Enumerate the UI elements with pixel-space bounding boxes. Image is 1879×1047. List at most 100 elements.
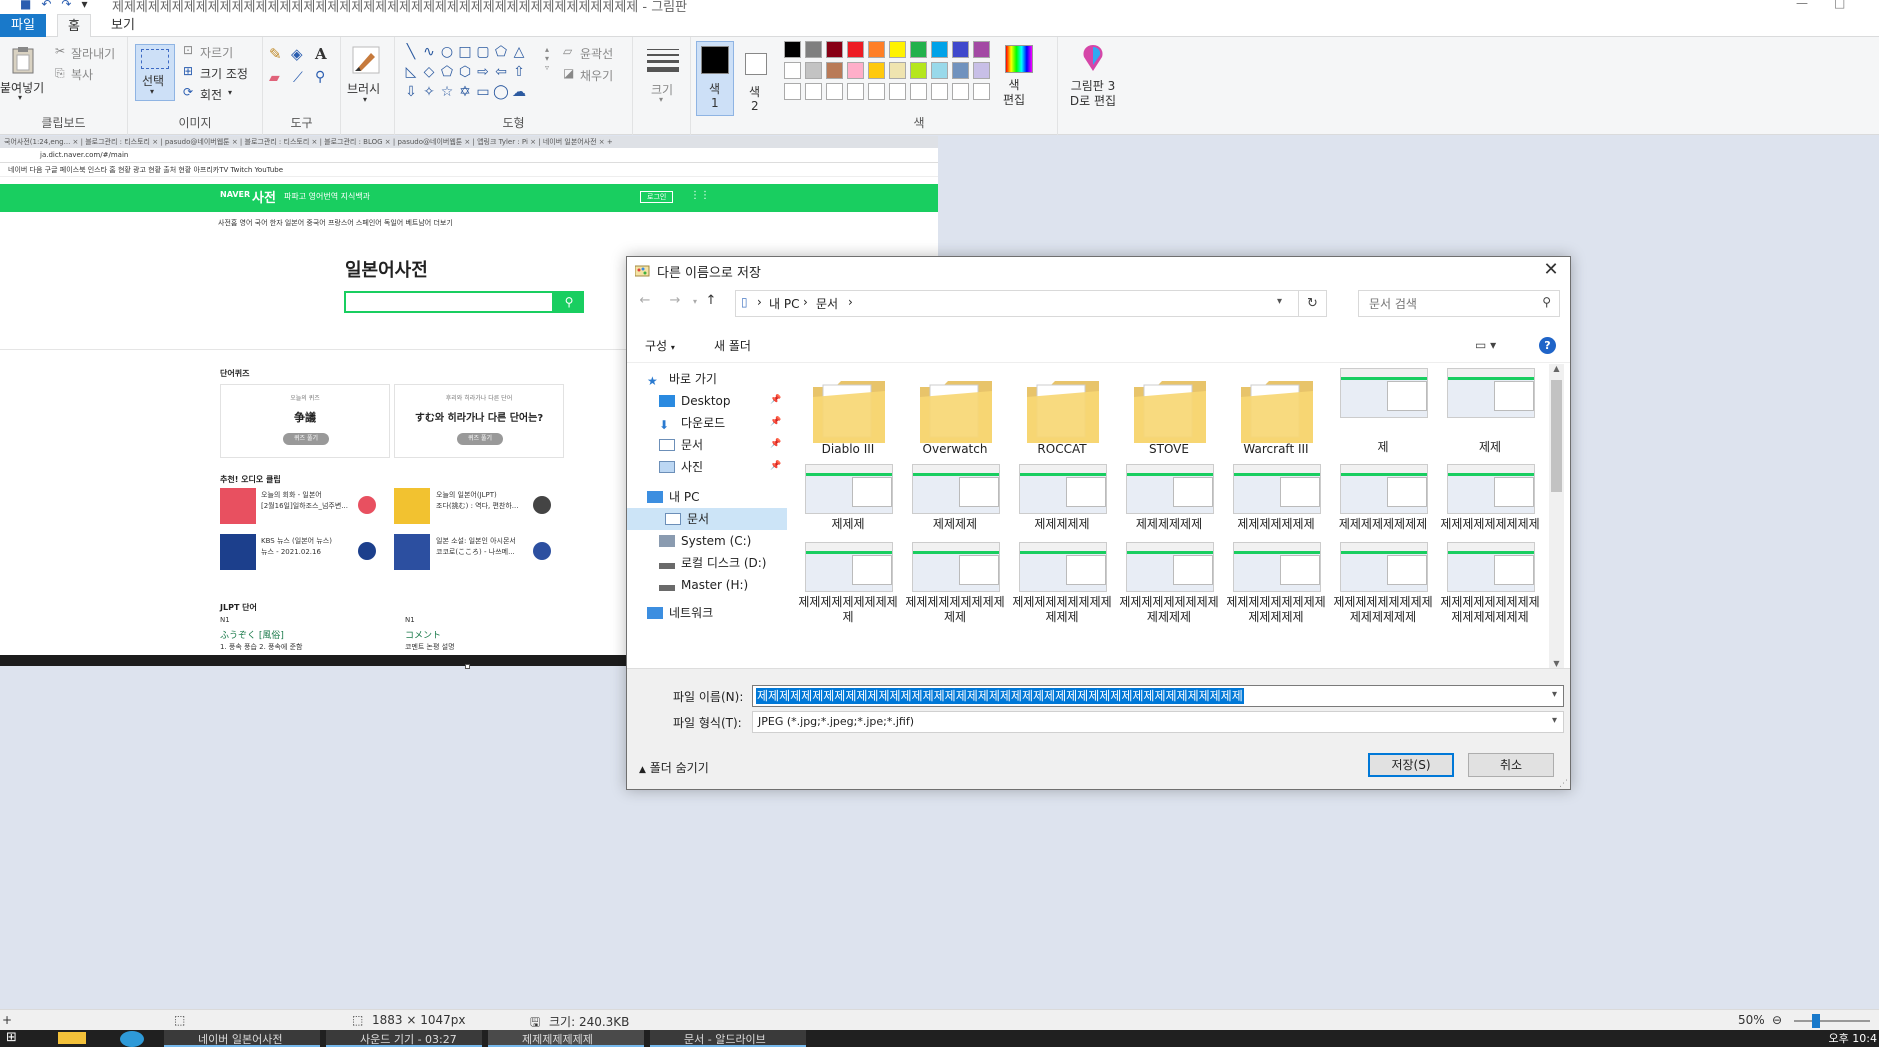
star4-shape-icon[interactable]: ✧ (421, 85, 437, 99)
nav-master-h[interactable]: Master (H:) (659, 574, 748, 596)
color-swatch[interactable] (889, 83, 906, 100)
file-explorer-icon[interactable] (58, 1032, 86, 1044)
canvas-resize-handle[interactable] (465, 664, 470, 669)
edit-colors-button[interactable]: 색 편집 (999, 41, 1039, 116)
nav-network[interactable]: 네트워크 (647, 602, 713, 624)
color-swatch[interactable] (805, 41, 822, 58)
new-folder-button[interactable]: 새 폴더 (714, 337, 751, 354)
color-swatch[interactable] (868, 62, 885, 79)
color-swatch[interactable] (952, 62, 969, 79)
filename-dropdown-icon[interactable]: ▾ (1552, 689, 1557, 700)
eraser-icon[interactable]: ▰ (269, 70, 280, 86)
color-swatch[interactable] (826, 62, 843, 79)
zoom-out-icon[interactable]: ⊖ (1772, 1013, 1782, 1027)
hide-folders-button[interactable]: ▲ 폴더 숨기기 (639, 759, 709, 776)
triangle-shape-icon[interactable]: △ (511, 45, 527, 59)
scroll-down-icon[interactable]: ▼ (1549, 659, 1564, 668)
organize-button[interactable]: 구성 ▾ (645, 337, 675, 354)
color-swatch[interactable] (784, 83, 801, 100)
file-item[interactable]: 제제제제제제제제제제제제제제제 (1330, 538, 1433, 630)
color-swatch[interactable] (910, 62, 927, 79)
select-button[interactable]: 선택 ▾ (135, 44, 175, 101)
folder-item[interactable]: Warcraft III (1223, 364, 1319, 456)
color-swatch[interactable] (826, 83, 843, 100)
refresh-icon[interactable]: ↻ (1299, 290, 1327, 317)
file-item[interactable]: 제제제제제제제제제제제제 (1009, 538, 1112, 630)
close-icon[interactable]: ✕ (1538, 257, 1564, 283)
left-arrow-shape-icon[interactable]: ⇦ (493, 65, 509, 79)
polygon-shape-icon[interactable]: ⬠ (493, 45, 509, 59)
rounded-rect-shape-icon[interactable]: ▢ (475, 45, 491, 59)
color-swatch[interactable] (910, 41, 927, 58)
tab-home[interactable]: 홈 (57, 14, 91, 38)
folder-item[interactable]: STOVE (1116, 364, 1212, 456)
paint3d-button[interactable]: 그림판 3 D로 편집 (1058, 79, 1128, 109)
filename-input[interactable]: 제제제제제제제제제제제제제제제제제제제제제제제제제제제제제제제제제제제제제제제제… (752, 685, 1564, 707)
color-swatch[interactable] (889, 62, 906, 79)
color-swatch[interactable] (973, 83, 990, 100)
color-swatch[interactable] (952, 83, 969, 100)
minimize-icon[interactable]: — (1796, 0, 1808, 10)
line-shape-icon[interactable]: ╲ (403, 45, 419, 59)
brushes-dropdown-icon[interactable]: ▾ (363, 95, 367, 104)
maximize-icon[interactable]: □ (1834, 0, 1845, 10)
taskbar-item-browser[interactable]: 네이버 일본어사전 (164, 1030, 320, 1047)
fill-icon[interactable]: ◈ (291, 45, 303, 63)
color-swatch[interactable] (931, 83, 948, 100)
cut-button[interactable]: 잘라내기 (71, 45, 115, 62)
zoom-slider-thumb[interactable] (1812, 1014, 1820, 1028)
size-dropdown-icon[interactable]: ▾ (659, 95, 663, 104)
taskbar-item-sound[interactable]: 사운드 기기 - 03:27 (326, 1030, 482, 1047)
pencil-icon[interactable]: ✎ (269, 45, 282, 63)
forward-arrow-icon[interactable]: → (665, 293, 685, 308)
text-tool-icon[interactable]: A (315, 45, 327, 63)
back-arrow-icon[interactable]: ← (635, 293, 655, 308)
color-swatch[interactable] (784, 41, 801, 58)
callout-cloud-shape-icon[interactable]: ☁ (511, 85, 527, 99)
hexagon-shape-icon[interactable]: ⬡ (457, 65, 473, 79)
color-swatch[interactable] (868, 41, 885, 58)
resize-grip-icon[interactable]: ⋰ (1559, 779, 1568, 789)
file-item[interactable]: 제제제제제제제제제제제제제제 (1223, 538, 1326, 630)
color-swatch[interactable] (847, 62, 864, 79)
down-arrow-shape-icon[interactable]: ⇩ (403, 85, 419, 99)
nav-this-pc[interactable]: 내 PC (647, 486, 699, 508)
save-icon[interactable]: ■ (20, 0, 31, 11)
breadcrumb-this-pc[interactable]: 내 PC (769, 295, 799, 312)
scroll-up-icon[interactable]: ▲ (1549, 364, 1564, 373)
folder-item[interactable]: Overwatch (902, 364, 998, 456)
magnifier-icon[interactable]: ⚲ (315, 69, 325, 85)
search-box[interactable]: ⚲ (1358, 290, 1560, 317)
color-swatch[interactable] (973, 62, 990, 79)
color-picker-icon[interactable]: ⟋ (293, 70, 303, 86)
color-swatch[interactable] (805, 83, 822, 100)
right-triangle-shape-icon[interactable]: ◺ (403, 65, 419, 79)
view-options-icon[interactable]: ▭ ▾ (1475, 338, 1496, 352)
curve-shape-icon[interactable]: ∿ (421, 45, 437, 59)
nav-documents[interactable]: 문서 (627, 508, 787, 530)
file-item[interactable]: 제제제제제제제제제제제 (902, 538, 1005, 630)
file-item[interactable]: 제제제제제제제제제제제제제 (1116, 538, 1219, 630)
color-swatch[interactable] (847, 41, 864, 58)
nav-pictures[interactable]: 사진 (659, 456, 703, 478)
tab-view[interactable]: 보기 (101, 14, 145, 37)
cancel-button[interactable]: 취소 (1468, 753, 1554, 777)
copy-button[interactable]: 복사 (71, 66, 93, 83)
nav-system-c[interactable]: System (C:) (659, 530, 751, 552)
oval-shape-icon[interactable]: ○ (439, 45, 455, 59)
file-item[interactable]: 제제제제제제제제제제 (795, 538, 898, 630)
color-swatch[interactable] (889, 41, 906, 58)
up-arrow-icon[interactable]: ↑ (701, 293, 721, 308)
right-arrow-shape-icon[interactable]: ⇨ (475, 65, 491, 79)
color2-button[interactable]: 색 2 (739, 41, 773, 116)
star5-shape-icon[interactable]: ☆ (439, 85, 455, 99)
nav-local-d[interactable]: 로컬 디스크 (D:) (659, 552, 766, 574)
fill-button[interactable]: 채우기 (580, 67, 613, 84)
color-swatch[interactable] (868, 83, 885, 100)
color-swatch[interactable] (931, 62, 948, 79)
pentagon-shape-icon[interactable]: ⬠ (439, 65, 455, 79)
rotate-dropdown-icon[interactable]: ▾ (228, 88, 232, 97)
color1-button[interactable]: 색 1 (696, 41, 734, 116)
customize-qa-icon[interactable]: ▾ (81, 0, 87, 11)
filetype-select[interactable]: JPEG (*.jpg;*.jpeg;*.jpe;*.jfif) ▾ (752, 711, 1564, 733)
